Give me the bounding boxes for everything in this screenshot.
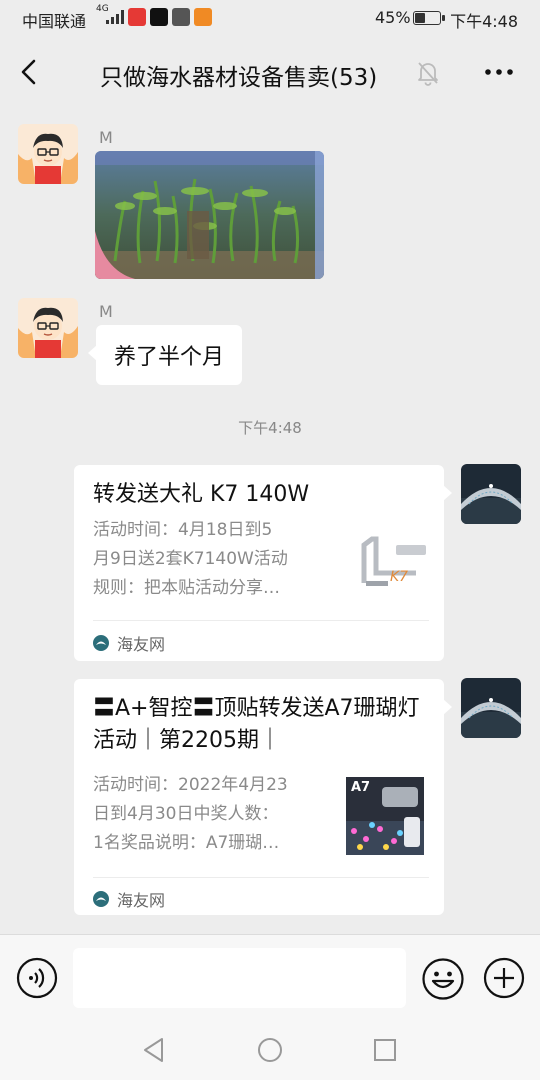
more-options-icon[interactable]	[484, 62, 514, 82]
card-divider	[93, 877, 429, 878]
carrier-name: 中国联通	[22, 12, 87, 31]
night-bridge-avatar-icon	[461, 464, 521, 524]
status-time: 下午4:48	[450, 12, 518, 31]
system-navigation-bar	[0, 1020, 540, 1080]
thumbnail-label: A7	[351, 780, 371, 795]
voice-input-icon[interactable]	[16, 957, 58, 999]
card-description: 活动时间：2022年4月23 日到4月30日中奖人数： 1名奖品说明：A7珊瑚…	[93, 775, 288, 853]
status-bar: 中国联通 4G 45% 下午4:48	[0, 0, 540, 36]
message-input-bar	[0, 934, 540, 1020]
aquarium-image	[95, 151, 324, 279]
card-title: 〓A+智控〓顶贴转发送A7珊瑚灯活动｜第2205期｜	[93, 696, 420, 753]
sender-name: M	[99, 128, 113, 147]
card-source-name: 海友网	[117, 891, 166, 910]
link-card[interactable]: 转发送大礼 K7 140W 活动时间：4月18日到5 月9日送2套K7140W活…	[74, 465, 452, 661]
sender-avatar[interactable]	[18, 298, 78, 358]
cartoon-avatar-icon	[18, 298, 78, 358]
sender-avatar[interactable]	[18, 124, 78, 184]
time-separator: 下午4:48	[238, 419, 302, 437]
haiyou-logo-icon	[93, 891, 109, 907]
nav-back-icon[interactable]	[140, 1036, 168, 1064]
chat-header: 只做海水器材设备售卖(53)	[0, 36, 540, 110]
sender-name: M	[99, 302, 113, 321]
plus-icon[interactable]	[483, 957, 525, 999]
aquarium-photo[interactable]	[95, 151, 324, 279]
card-source: 海友网	[93, 887, 165, 911]
battery-fill	[415, 13, 426, 23]
card-title: 转发送大礼 K7 140W	[93, 482, 310, 507]
toutiao-app-icon	[128, 8, 146, 26]
chat-title: 只做海水器材设备售卖(53)	[100, 65, 378, 91]
card-source-name: 海友网	[117, 635, 166, 654]
led-light-product-image	[356, 525, 434, 603]
message-list[interactable]: M M 养了半个月 下午4:48 转发送大礼 K7 140W 活动时间：4月18…	[0, 110, 540, 934]
card-divider	[93, 620, 429, 621]
card-thumbnail: K7	[356, 525, 434, 603]
card-description: 活动时间：4月18日到5 月9日送2套K7140W活动 规则：把本贴活动分享…	[93, 520, 288, 598]
emoji-icon[interactable]	[421, 957, 465, 1001]
nav-home-icon[interactable]	[256, 1036, 284, 1064]
card-source: 海友网	[93, 631, 165, 655]
notification-icons	[128, 8, 212, 26]
my-avatar[interactable]	[461, 464, 521, 524]
wallet-app-icon	[194, 8, 212, 26]
cartoon-avatar-icon	[18, 124, 78, 184]
mute-bell-icon	[418, 62, 438, 86]
back-arrow-icon[interactable]	[14, 56, 46, 88]
tiktok-app-icon	[150, 8, 168, 26]
nav-recents-icon[interactable]	[371, 1036, 399, 1064]
card-thumbnail: A7	[346, 777, 424, 855]
thumbnail-label: K7	[390, 569, 409, 585]
battery-percent: 45%	[375, 8, 411, 27]
text-message-bubble[interactable]: 养了半个月	[87, 325, 243, 385]
link-card[interactable]: 〓A+智控〓顶贴转发送A7珊瑚灯活动｜第2205期｜ 活动时间：2022年4月2…	[74, 679, 452, 915]
battery-icon	[413, 11, 445, 25]
message-input[interactable]	[73, 948, 406, 1008]
signal-icon	[106, 10, 124, 24]
my-avatar[interactable]	[461, 678, 521, 738]
night-bridge-avatar-icon	[461, 678, 521, 738]
radio-app-icon	[172, 8, 190, 26]
haiyou-logo-icon	[93, 635, 109, 651]
